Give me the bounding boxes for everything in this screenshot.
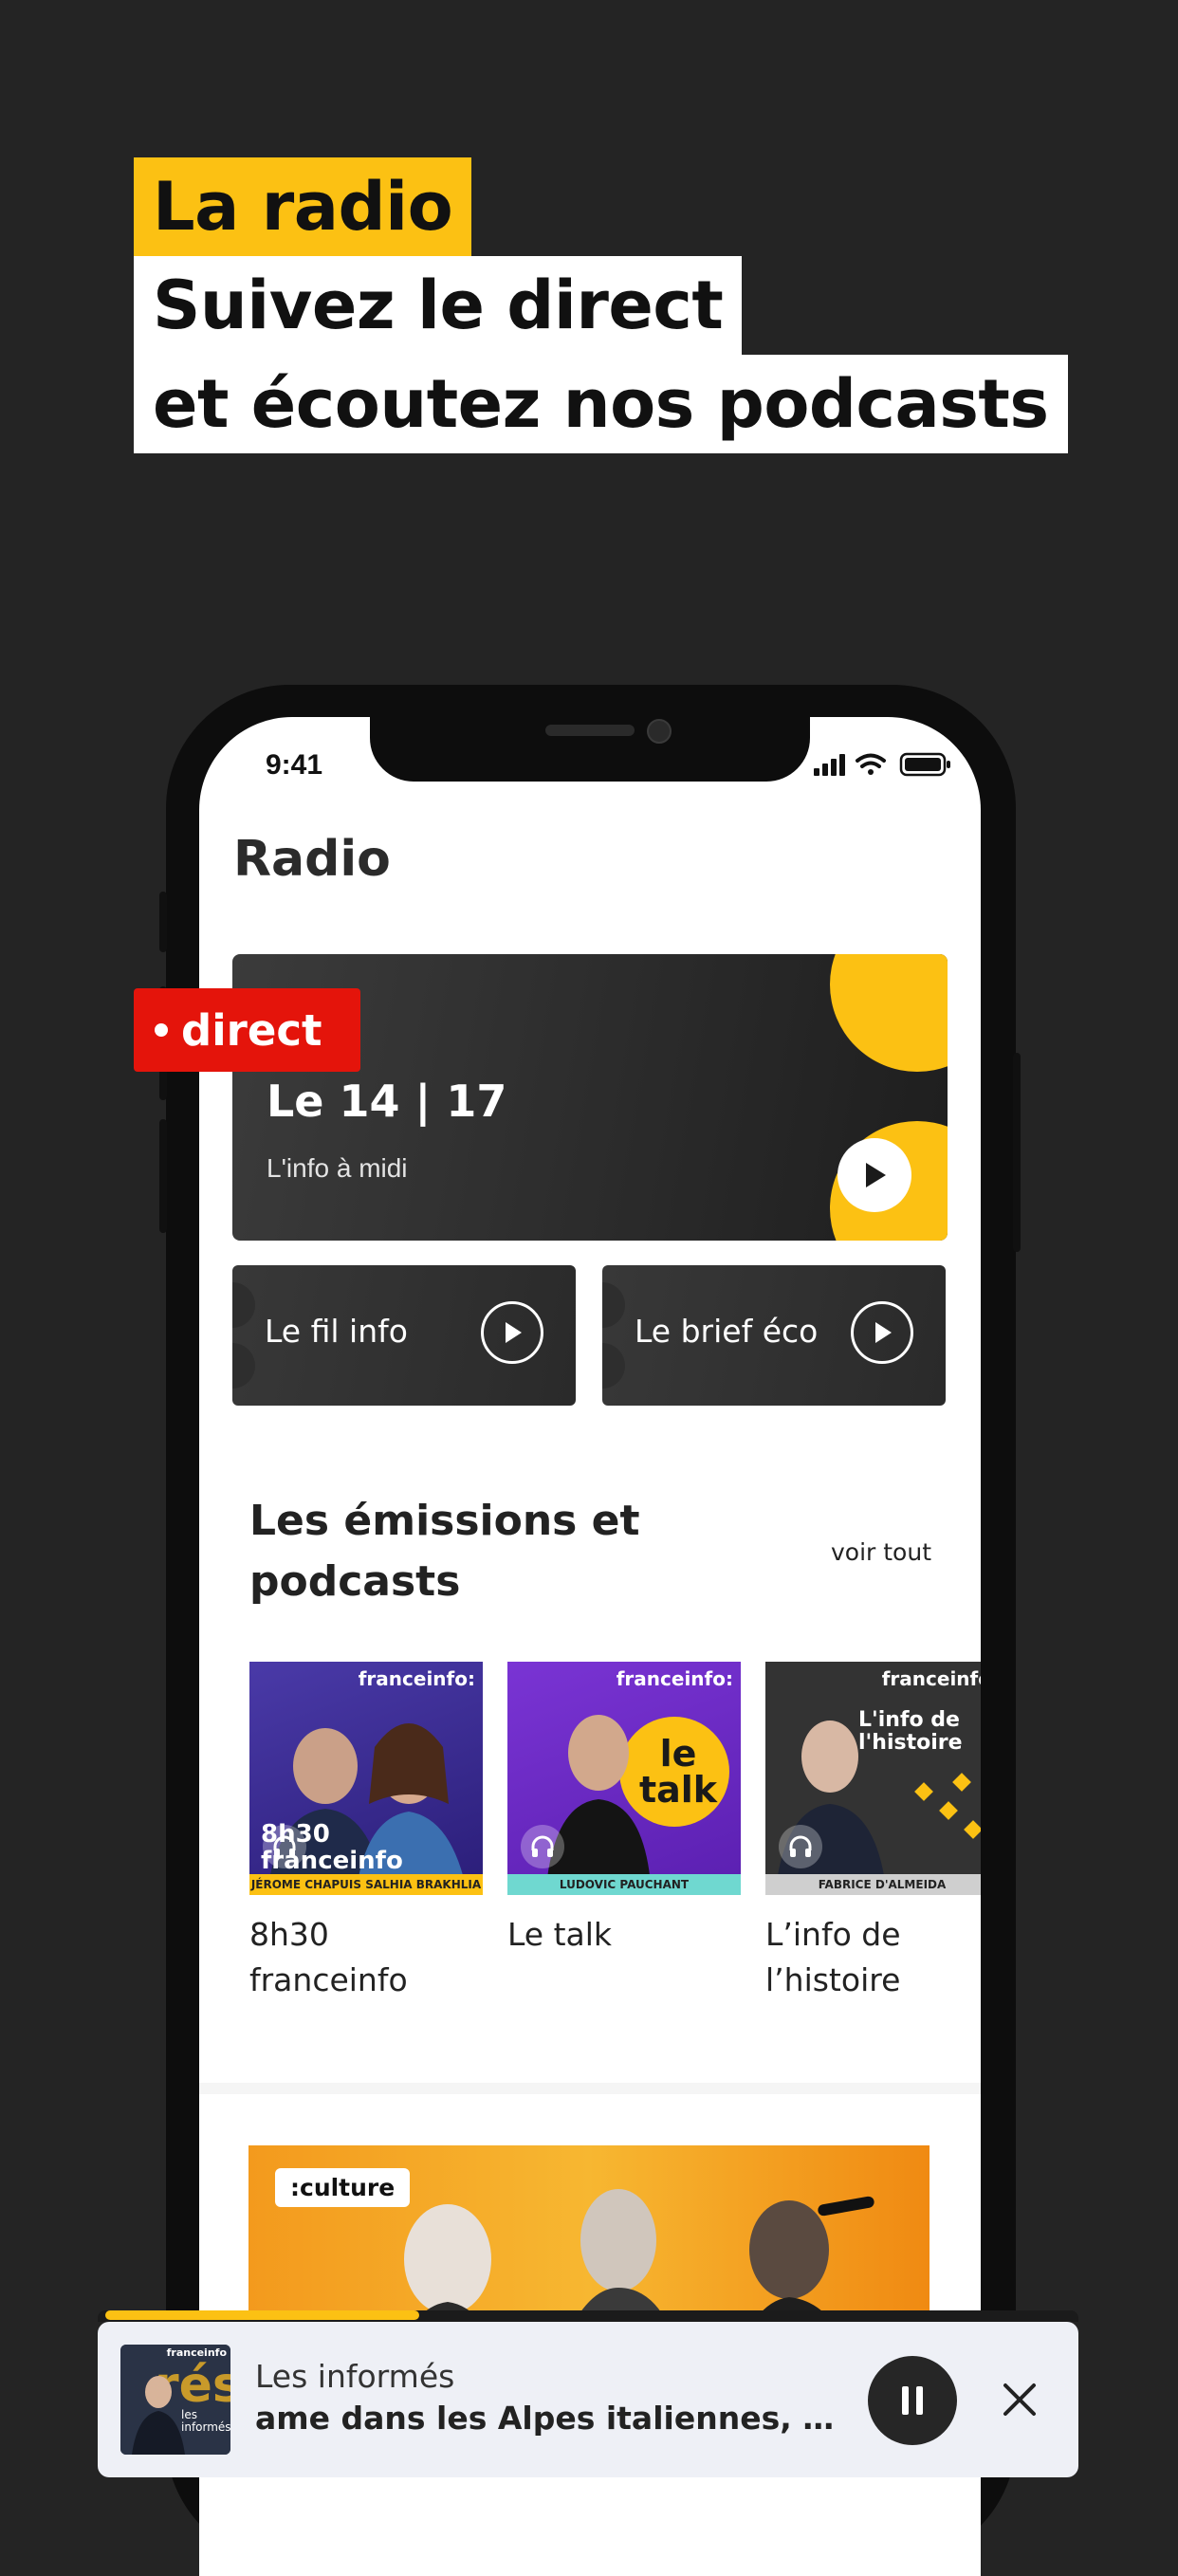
phone-power-button bbox=[1013, 1053, 1021, 1252]
close-player-button[interactable] bbox=[993, 2373, 1046, 2426]
cover-hosts: FABRICE D'ALMEIDA bbox=[765, 1874, 981, 1895]
cover-title: le talk bbox=[638, 1733, 718, 1811]
player-progress-fill bbox=[105, 2310, 419, 2320]
thumb-title: les informés bbox=[181, 2408, 230, 2434]
podcast-title: Le talk bbox=[507, 1916, 613, 1953]
status-icons bbox=[814, 751, 952, 782]
play-icon bbox=[506, 1322, 522, 1343]
decor-dot bbox=[602, 1282, 625, 1328]
page-title: Radio bbox=[233, 831, 391, 888]
thumb-brand: franceinfo bbox=[166, 2346, 227, 2359]
cover-hosts: JÉROME CHAPUIS SALHIA BRAKHLIA bbox=[249, 1874, 483, 1895]
pause-button[interactable] bbox=[868, 2356, 957, 2445]
live-badge: direct bbox=[134, 988, 360, 1072]
cover-hosts: LUDOVIC PAUCHANT bbox=[507, 1874, 741, 1895]
live-play-button[interactable] bbox=[837, 1138, 911, 1212]
headphones-icon bbox=[779, 1825, 822, 1868]
stream-play-button[interactable] bbox=[481, 1301, 543, 1364]
speaker-grille bbox=[545, 725, 635, 736]
section-divider bbox=[199, 2083, 981, 2094]
close-icon bbox=[1003, 2383, 1036, 2416]
status-time: 9:41 bbox=[266, 749, 323, 781]
play-icon bbox=[875, 1322, 892, 1343]
show-artwork-icon: rés bbox=[120, 2345, 230, 2455]
front-camera bbox=[647, 719, 672, 744]
decor-circle-top bbox=[830, 954, 948, 1072]
live-show-title: Le 14 | 17 bbox=[267, 1076, 507, 1127]
wifi-icon bbox=[856, 753, 886, 775]
player-episode-title: ame dans les Alpes italiennes, l'aff… bbox=[255, 2400, 843, 2437]
decor-dot bbox=[602, 1343, 625, 1389]
pause-icon bbox=[902, 2386, 923, 2415]
player-show-title: Les informés bbox=[255, 2358, 455, 2395]
stream-card-fil-info[interactable]: Le fil info bbox=[232, 1265, 576, 1406]
headline-line-1: La radio bbox=[134, 157, 472, 256]
headphones-icon bbox=[521, 1825, 564, 1868]
podcast-item[interactable]: franceinfo: 8h30 franceinfo JÉROME CHAPU… bbox=[249, 1662, 483, 2003]
culture-chip: :culture bbox=[275, 2168, 411, 2207]
headline-line-3: et écoutez nos podcasts bbox=[134, 355, 1068, 453]
battery-icon bbox=[899, 752, 950, 777]
player-thumbnail: rés franceinfo les informés bbox=[120, 2345, 230, 2455]
podcast-cover: franceinfo L'info de l'histoire FABRICE … bbox=[765, 1662, 981, 1895]
podcast-item[interactable]: franceinfo: le talk LUDOVIC PAUCHANT Le … bbox=[507, 1662, 741, 1958]
decor-dot bbox=[232, 1282, 255, 1328]
notch bbox=[370, 717, 810, 782]
podcast-cover: franceinfo: le talk LUDOVIC PAUCHANT bbox=[507, 1662, 741, 1895]
headline-line-2: Suivez le direct bbox=[134, 256, 743, 355]
podcast-title: 8h30 franceinfo bbox=[249, 1916, 408, 1998]
headphones-icon bbox=[263, 1825, 306, 1868]
podcast-item[interactable]: franceinfo L'info de l'histoire FABRICE … bbox=[765, 1662, 981, 2003]
stream-card-brief-eco[interactable]: Le brief éco bbox=[602, 1265, 946, 1406]
live-show-subtitle: L'info à midi bbox=[267, 1153, 408, 1183]
phone-volume-down bbox=[159, 1119, 167, 1233]
signal-icon bbox=[814, 754, 845, 776]
stream-label: Le fil info bbox=[265, 1313, 408, 1350]
cover-title: L'info de l'histoire bbox=[858, 1708, 963, 1755]
section-title-podcasts: Les émissions et podcasts bbox=[249, 1497, 640, 1606]
see-all-link[interactable]: voir tout bbox=[831, 1538, 931, 1566]
stream-label: Le brief éco bbox=[635, 1313, 819, 1350]
decor-dot bbox=[232, 1343, 255, 1389]
podcast-cover: franceinfo: 8h30 franceinfo JÉROME CHAPU… bbox=[249, 1662, 483, 1895]
podcast-title: L’info de l’histoire bbox=[765, 1916, 901, 1998]
stream-play-button[interactable] bbox=[851, 1301, 913, 1364]
live-badge-label: direct bbox=[181, 1004, 322, 1056]
phone-mute-switch bbox=[159, 892, 167, 952]
headline: La radio Suivez le direct et écoutez nos… bbox=[134, 157, 1068, 453]
mini-player[interactable]: rés franceinfo les informés Les informés… bbox=[98, 2322, 1078, 2477]
live-dot-icon bbox=[155, 1023, 168, 1037]
play-icon bbox=[866, 1163, 886, 1187]
